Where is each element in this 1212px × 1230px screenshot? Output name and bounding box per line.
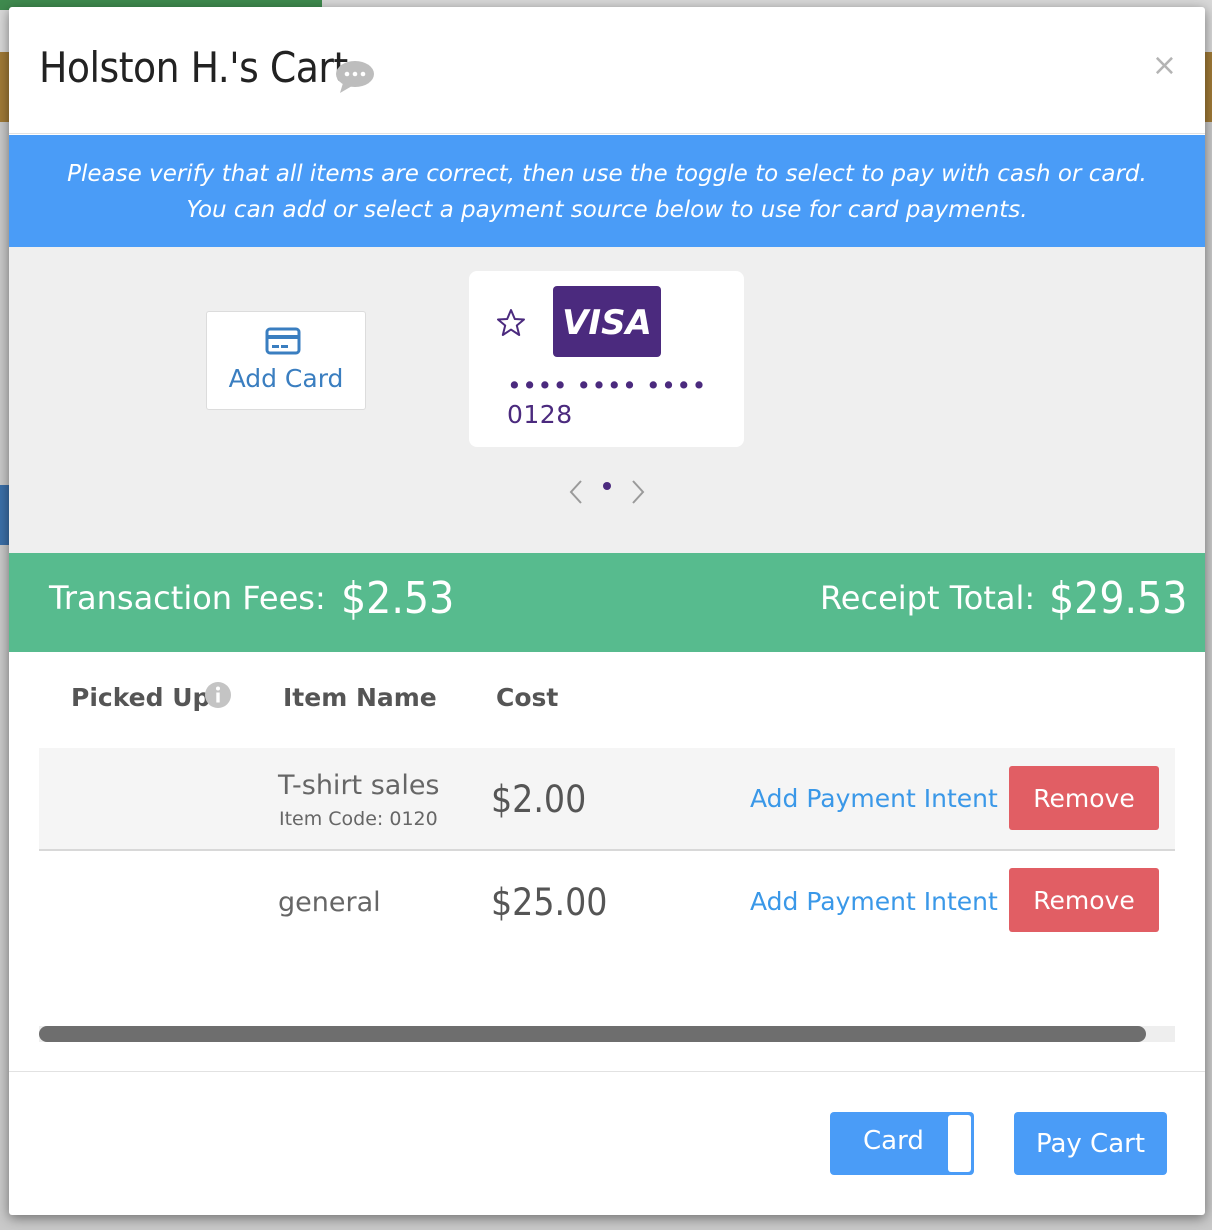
chevron-right-icon[interactable] — [629, 478, 647, 506]
toggle-knob[interactable] — [948, 1115, 971, 1172]
table-row: T-shirt sales Item Code: 0120 $2.00 Add … — [39, 748, 1175, 851]
saved-card[interactable]: VISA •••• •••• •••• 0128 — [469, 271, 744, 447]
instruction-line-1: Please verify that all items are correct… — [67, 161, 1147, 187]
add-payment-intent-link[interactable]: Add Payment Intent — [750, 784, 998, 813]
item-name: general — [278, 887, 381, 918]
payment-source-area: Add Card VISA •••• •••• •••• 0128 — [9, 247, 1205, 553]
column-header-cost: Cost — [496, 683, 559, 712]
payment-method-toggle[interactable]: Card — [830, 1112, 974, 1175]
add-card-button[interactable]: Add Card — [206, 311, 366, 410]
table-row: general $25.00 Add Payment Intent Remove — [39, 851, 1175, 952]
receipt-total-label: Receipt Total: — [820, 579, 1036, 617]
table-header: Picked Up Item Name Cost — [39, 681, 1175, 723]
instruction-banner: Please verify that all items are correct… — [9, 135, 1205, 247]
star-icon[interactable] — [495, 307, 527, 339]
modal-title: Holston H.'s Cart — [39, 43, 348, 92]
add-card-label: Add Card — [228, 364, 344, 393]
scrollbar-thumb[interactable] — [39, 1026, 1146, 1042]
info-icon[interactable] — [204, 681, 232, 709]
visa-logo-icon: VISA — [553, 286, 661, 357]
column-header-item-name: Item Name — [283, 683, 437, 712]
totals-bar: Transaction Fees: $2.53 Receipt Total: $… — [9, 553, 1205, 652]
column-header-picked-up: Picked Up — [71, 683, 211, 712]
item-code: Item Code: 0120 — [279, 808, 438, 830]
pay-cart-button[interactable]: Pay Cart — [1014, 1112, 1167, 1175]
item-cost: $25.00 — [491, 881, 608, 924]
footer-divider — [9, 1071, 1205, 1072]
chevron-left-icon[interactable] — [567, 478, 585, 506]
item-name: T-shirt sales — [278, 770, 440, 801]
cart-modal: Holston H.'s Cart × Please verify that a… — [9, 7, 1205, 1215]
credit-card-icon — [265, 327, 301, 355]
transaction-fees-value: $2.53 — [341, 573, 455, 624]
instruction-line-2: You can add or select a payment source b… — [186, 197, 1028, 223]
close-button[interactable]: × — [1152, 51, 1177, 81]
toggle-label: Card — [863, 1126, 924, 1156]
modal-header: Holston H.'s Cart × — [9, 7, 1205, 134]
remove-button[interactable]: Remove — [1009, 868, 1159, 932]
transaction-fees-label: Transaction Fees: — [49, 579, 326, 617]
card-number: •••• •••• •••• 0128 — [507, 371, 707, 429]
add-payment-intent-link[interactable]: Add Payment Intent — [750, 887, 998, 916]
receipt-total-value: $29.53 — [1049, 573, 1188, 624]
item-cost: $2.00 — [491, 778, 587, 821]
chat-icon[interactable] — [335, 59, 375, 95]
horizontal-scrollbar[interactable] — [39, 1026, 1175, 1042]
carousel-dot[interactable] — [603, 482, 611, 490]
remove-button[interactable]: Remove — [1009, 766, 1159, 830]
visa-brand-text: VISA — [562, 303, 652, 343]
